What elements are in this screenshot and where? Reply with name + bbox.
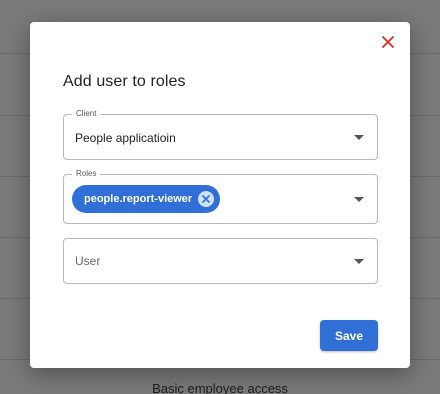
role-chip[interactable]: people.report-viewer bbox=[72, 185, 221, 213]
remove-chip-button[interactable] bbox=[198, 191, 215, 207]
dialog-title: Add user to roles bbox=[63, 73, 186, 90]
chevron-down-icon bbox=[354, 197, 364, 202]
client-selected-value: People applicatioin bbox=[75, 131, 176, 145]
remove-icon bbox=[202, 195, 211, 203]
chevron-down-icon bbox=[354, 135, 364, 140]
role-chip-label: people.report-viewer bbox=[84, 193, 193, 205]
roles-field-label: Roles bbox=[72, 169, 101, 179]
background-row-text: Basic employee access bbox=[152, 381, 288, 394]
client-field-label: Client bbox=[72, 109, 101, 119]
add-user-to-roles-dialog: Add user to roles Client People applicat… bbox=[30, 22, 410, 368]
user-select[interactable]: User bbox=[63, 238, 378, 284]
user-placeholder: User bbox=[75, 254, 101, 268]
client-select[interactable]: Client People applicatioin bbox=[63, 109, 378, 160]
close-button[interactable] bbox=[380, 34, 396, 50]
roles-select[interactable]: Roles people.report-viewer bbox=[63, 169, 378, 224]
close-icon bbox=[382, 36, 394, 48]
save-button[interactable]: Save bbox=[320, 320, 378, 351]
chevron-down-icon bbox=[354, 259, 364, 264]
